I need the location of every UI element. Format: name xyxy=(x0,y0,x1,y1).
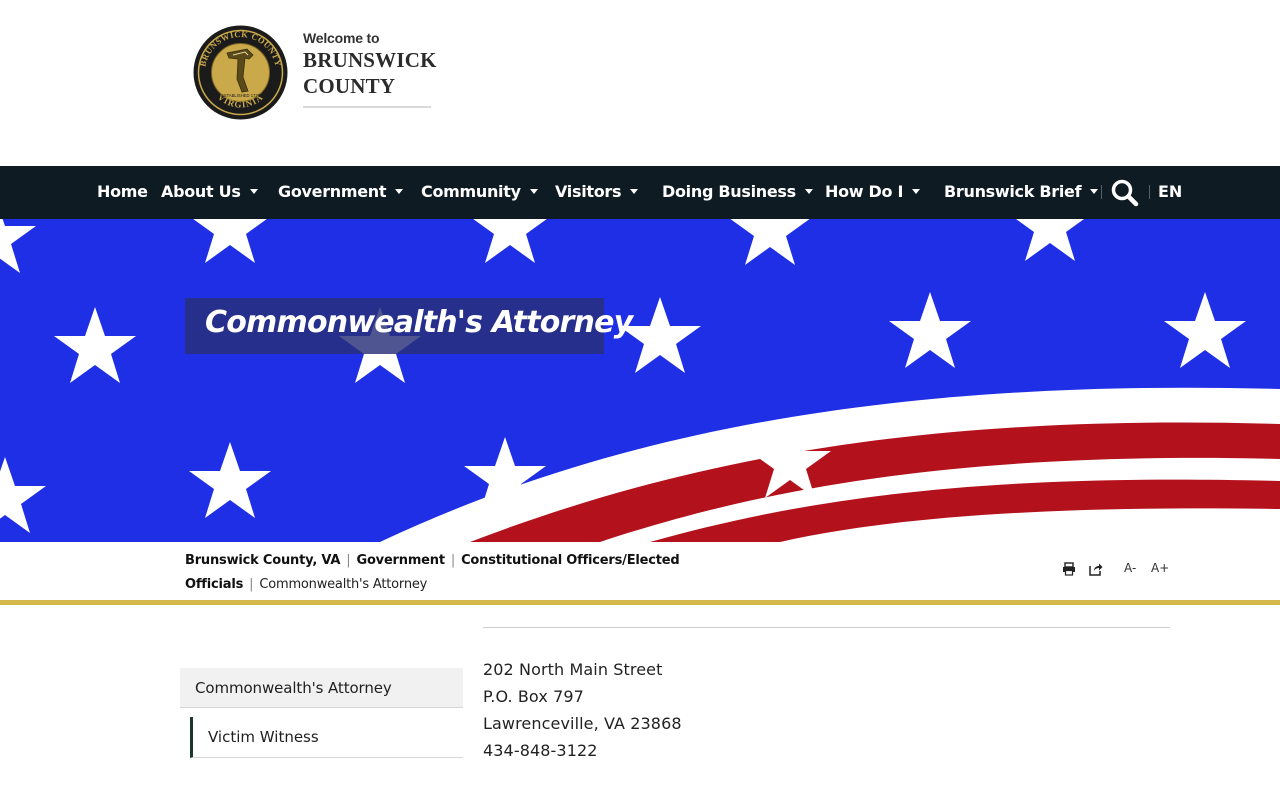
breadcrumb-separator: | xyxy=(450,553,456,568)
caret-down-icon xyxy=(1090,189,1099,194)
breadcrumb-link-government[interactable]: Government xyxy=(356,553,445,568)
site-header: BRUNSWICK COUNTY VIRGINIA ESTABLISHED 17… xyxy=(0,0,1280,166)
nav-label: Doing Business xyxy=(662,182,796,201)
sidebar-item-label: Commonwealth's Attorney xyxy=(195,679,392,697)
logo-wordmark[interactable]: Welcome to BRUNSWICK COUNTY xyxy=(303,30,437,108)
breadcrumb-current: Commonwealth's Attorney xyxy=(259,577,428,592)
font-decrease-button[interactable]: A- xyxy=(1124,561,1136,575)
flag-banner-image xyxy=(0,219,1280,542)
caret-down-icon xyxy=(630,189,639,194)
nav-item-doing-business[interactable]: Doing Business xyxy=(662,166,813,219)
section-sidebar: Commonwealth's Attorney Victim Witness xyxy=(180,668,463,758)
county-name-line1: BRUNSWICK xyxy=(303,48,437,72)
caret-down-icon xyxy=(249,189,258,194)
hero-banner xyxy=(0,219,1280,542)
nav-label: About Us xyxy=(161,182,241,201)
caret-down-icon xyxy=(804,189,813,194)
nav-divider xyxy=(1101,185,1102,199)
county-name-line2: COUNTY xyxy=(303,74,396,98)
search-icon[interactable] xyxy=(1110,178,1140,208)
nav-item-brunswick-brief[interactable]: Brunswick Brief xyxy=(944,166,1099,219)
county-seal-logo[interactable]: BRUNSWICK COUNTY VIRGINIA ESTABLISHED 17… xyxy=(193,25,288,120)
nav-item-community[interactable]: Community xyxy=(421,166,538,219)
breadcrumb-separator: | xyxy=(346,553,351,568)
nav-label: Brunswick Brief xyxy=(944,182,1082,201)
contact-address: 202 North Main Street P.O. Box 797 Lawre… xyxy=(483,656,682,764)
seal-text-center: ESTABLISHED 1720 xyxy=(221,93,261,98)
nav-item-about-us[interactable]: About Us xyxy=(161,166,258,219)
breadcrumb-separator: | xyxy=(249,577,254,592)
print-icon[interactable] xyxy=(1062,562,1076,576)
nav-label: Government xyxy=(278,182,387,201)
breadcrumb: Brunswick County, VA | Government | Constitu… xyxy=(185,549,835,597)
logo-underline xyxy=(303,106,431,108)
caret-down-icon xyxy=(529,189,538,194)
nav-item-government[interactable]: Government xyxy=(278,166,404,219)
welcome-text: Welcome to xyxy=(303,30,380,46)
nav-item-home[interactable]: Home xyxy=(97,166,148,219)
gold-divider xyxy=(0,600,1280,605)
address-city-state-zip: Lawrenceville, VA 23868 xyxy=(483,714,682,733)
page-title: Commonwealth's Attorney xyxy=(205,305,633,340)
contact-phone[interactable]: 434-848-3122 xyxy=(483,737,682,764)
nav-divider xyxy=(1149,185,1150,199)
breadcrumb-link-home[interactable]: Brunswick County, VA xyxy=(185,553,340,568)
content-divider xyxy=(483,627,1170,628)
sidebar-item-commonwealths-attorney[interactable]: Commonwealth's Attorney xyxy=(180,668,463,708)
font-increase-button[interactable]: A+ xyxy=(1151,561,1169,575)
sidebar-item-label: Victim Witness xyxy=(208,728,319,746)
language-selector[interactable]: EN xyxy=(1158,166,1182,219)
nav-item-visitors[interactable]: Visitors xyxy=(555,166,639,219)
nav-label: Community xyxy=(421,182,521,201)
nav-item-how-do-i[interactable]: How Do I xyxy=(825,166,921,219)
address-street: 202 North Main Street xyxy=(483,660,663,679)
nav-label: Home xyxy=(97,182,148,201)
caret-down-icon xyxy=(912,189,921,194)
share-icon[interactable] xyxy=(1089,562,1103,576)
caret-down-icon xyxy=(395,189,404,194)
address-po-box: P.O. Box 797 xyxy=(483,687,584,706)
nav-label: Visitors xyxy=(555,182,622,201)
nav-label: How Do I xyxy=(825,182,904,201)
sidebar-item-victim-witness[interactable]: Victim Witness xyxy=(190,717,463,758)
